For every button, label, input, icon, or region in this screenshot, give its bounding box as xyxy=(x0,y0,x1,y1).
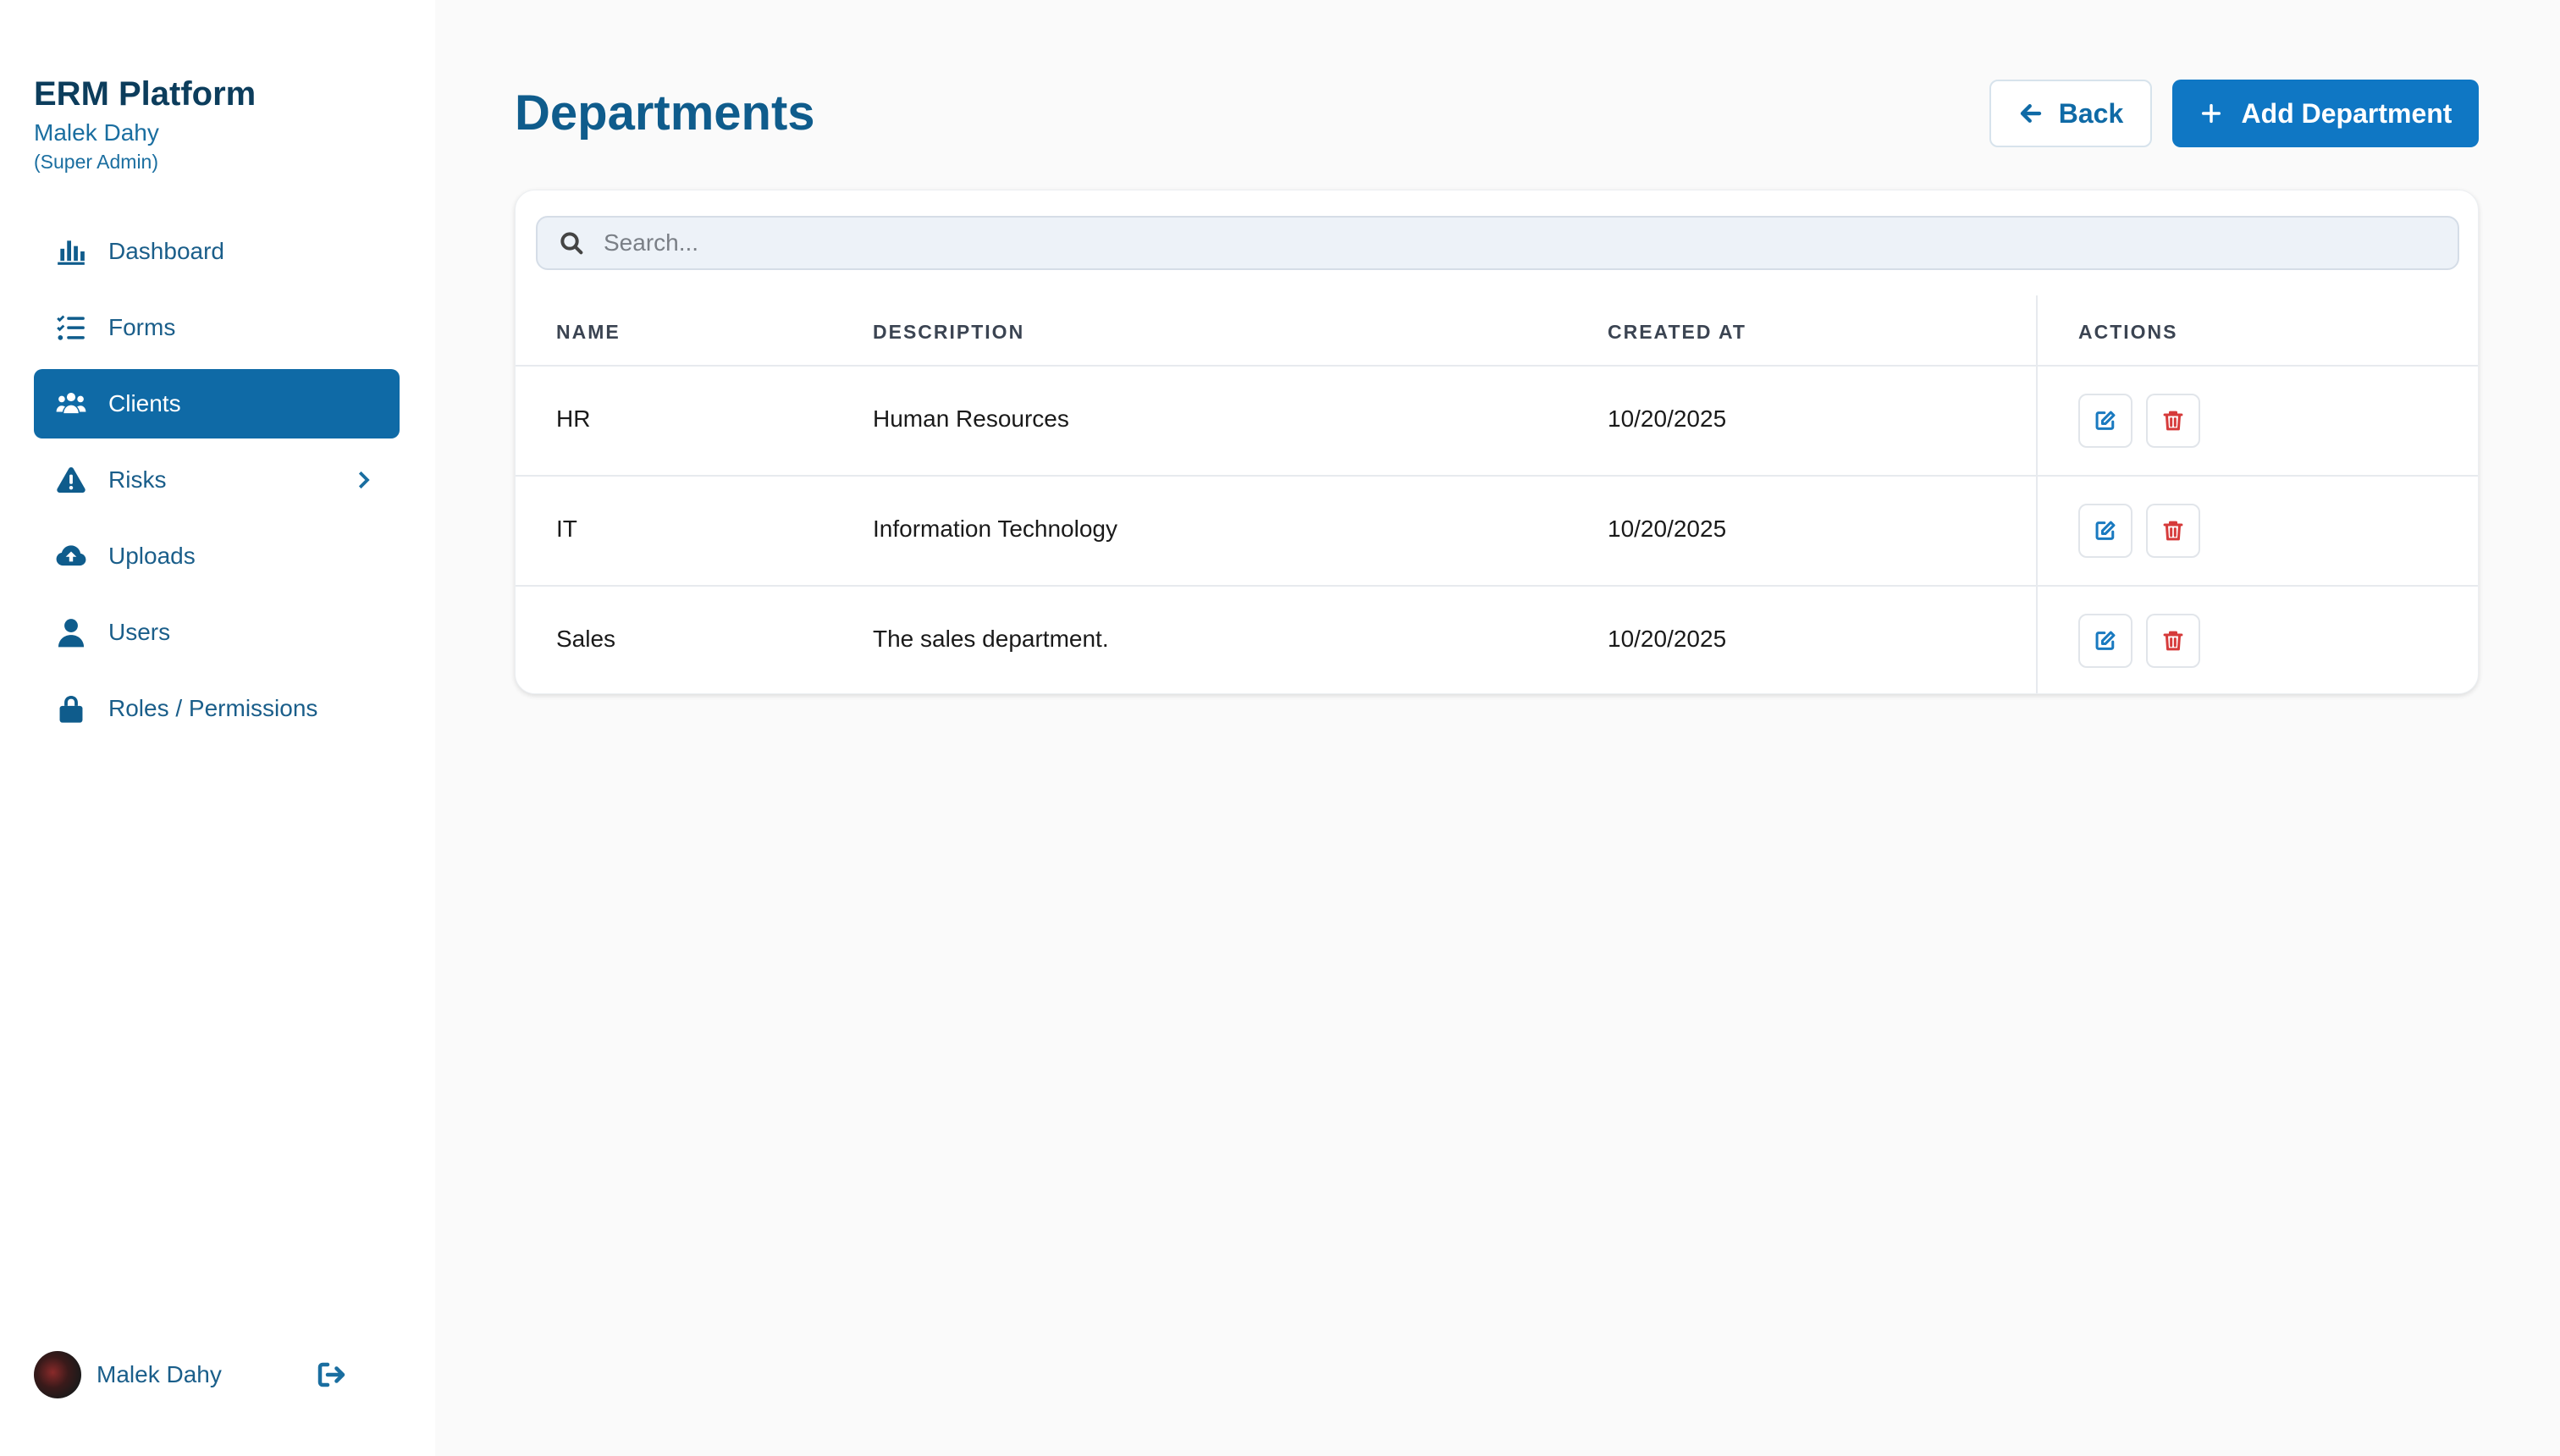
delete-button[interactable] xyxy=(2146,394,2200,448)
edit-button[interactable] xyxy=(2078,614,2132,668)
logout-icon[interactable] xyxy=(315,1359,347,1392)
sidebar-item-label: Dashboard xyxy=(108,238,224,264)
table-row: Sales The sales department. 10/20/2025 xyxy=(516,587,2478,693)
checklist-icon xyxy=(54,311,88,345)
sidebar-item-label: Users xyxy=(108,619,171,645)
bar-chart-icon xyxy=(54,234,88,268)
column-header-name[interactable]: NAME xyxy=(556,321,621,344)
add-department-button[interactable]: Add Department xyxy=(2172,80,2479,147)
back-button[interactable]: Back xyxy=(1989,80,2152,147)
cloud-upload-icon xyxy=(54,539,88,573)
cell-name: IT xyxy=(556,516,577,542)
user-icon xyxy=(54,615,88,649)
edit-icon xyxy=(2095,521,2116,540)
sidebar-item-label: Roles / Permissions xyxy=(108,695,318,721)
edit-icon xyxy=(2095,631,2116,650)
sidebar-item-label: Risks xyxy=(108,466,167,493)
brand-user-role: (Super Admin) xyxy=(34,151,159,173)
sidebar-item-label: Clients xyxy=(108,390,181,416)
sidebar-item-roles-permissions[interactable]: Roles / Permissions xyxy=(34,674,400,743)
page-title: Departments xyxy=(515,85,815,141)
edit-button[interactable] xyxy=(2078,394,2132,448)
delete-button[interactable] xyxy=(2146,614,2200,668)
warning-icon xyxy=(54,463,88,497)
delete-button[interactable] xyxy=(2146,504,2200,558)
cell-description: Information Technology xyxy=(873,516,1117,542)
search-bar xyxy=(536,216,2459,270)
table-header-row: NAME DESCRIPTION CREATED AT ACTIONS xyxy=(516,295,2478,367)
departments-table: NAME DESCRIPTION CREATED AT ACTIONS HR H… xyxy=(516,295,2478,693)
column-header-description[interactable]: DESCRIPTION xyxy=(873,321,1024,344)
trash-icon xyxy=(2163,521,2183,541)
column-header-actions: ACTIONS xyxy=(2078,321,2178,343)
back-button-label: Back xyxy=(2058,97,2124,129)
plus-icon xyxy=(2201,103,2221,124)
chevron-right-icon[interactable] xyxy=(350,467,376,493)
brand-title: ERM Platform xyxy=(34,75,257,113)
search-input[interactable] xyxy=(604,229,2297,256)
brand-user-name: Malek Dahy xyxy=(34,119,159,146)
cell-name: HR xyxy=(556,405,591,432)
sidebar-item-users[interactable]: Users xyxy=(34,598,400,667)
sidebar-item-uploads[interactable]: Uploads xyxy=(34,521,400,591)
sidebar-item-clients[interactable]: Clients xyxy=(34,369,400,438)
trash-icon xyxy=(2163,411,2183,431)
search-icon xyxy=(560,232,583,255)
avatar[interactable] xyxy=(34,1351,81,1398)
cell-name: Sales xyxy=(556,626,616,652)
table-row: HR Human Resources 10/20/2025 xyxy=(516,367,2478,477)
cell-created-at: 10/20/2025 xyxy=(1608,405,1727,432)
add-department-label: Add Department xyxy=(2241,97,2452,129)
sidebar-nav: Dashboard Forms Clients Risks Uploads Us… xyxy=(34,217,400,750)
sidebar-footer: Malek Dahy xyxy=(34,1349,356,1400)
trash-icon xyxy=(2163,631,2183,651)
lock-icon xyxy=(54,692,88,725)
sidebar-item-dashboard[interactable]: Dashboard xyxy=(34,217,400,286)
sidebar-item-label: Forms xyxy=(108,314,176,340)
footer-user-name: Malek Dahy xyxy=(97,1361,222,1387)
sidebar: ERM Platform Malek Dahy (Super Admin) Da… xyxy=(0,0,435,1456)
sidebar-item-forms[interactable]: Forms xyxy=(34,293,400,362)
sidebar-item-risks[interactable]: Risks xyxy=(34,445,400,515)
edit-icon xyxy=(2095,411,2116,430)
cell-description: The sales department. xyxy=(873,626,1109,652)
sidebar-item-label: Uploads xyxy=(108,543,196,569)
edit-button[interactable] xyxy=(2078,504,2132,558)
cell-description: Human Resources xyxy=(873,405,1069,432)
column-header-created-at[interactable]: CREATED AT xyxy=(1608,321,1746,344)
cell-created-at: 10/20/2025 xyxy=(1608,626,1727,652)
brand: ERM Platform Malek Dahy (Super Admin) xyxy=(34,73,256,174)
arrow-left-icon xyxy=(2020,104,2041,123)
departments-card: NAME DESCRIPTION CREATED AT ACTIONS HR H… xyxy=(515,190,2479,694)
actions-column-divider xyxy=(2036,295,2038,693)
users-group-icon xyxy=(54,387,88,421)
cell-created-at: 10/20/2025 xyxy=(1608,516,1727,542)
table-row: IT Information Technology 10/20/2025 xyxy=(516,477,2478,587)
